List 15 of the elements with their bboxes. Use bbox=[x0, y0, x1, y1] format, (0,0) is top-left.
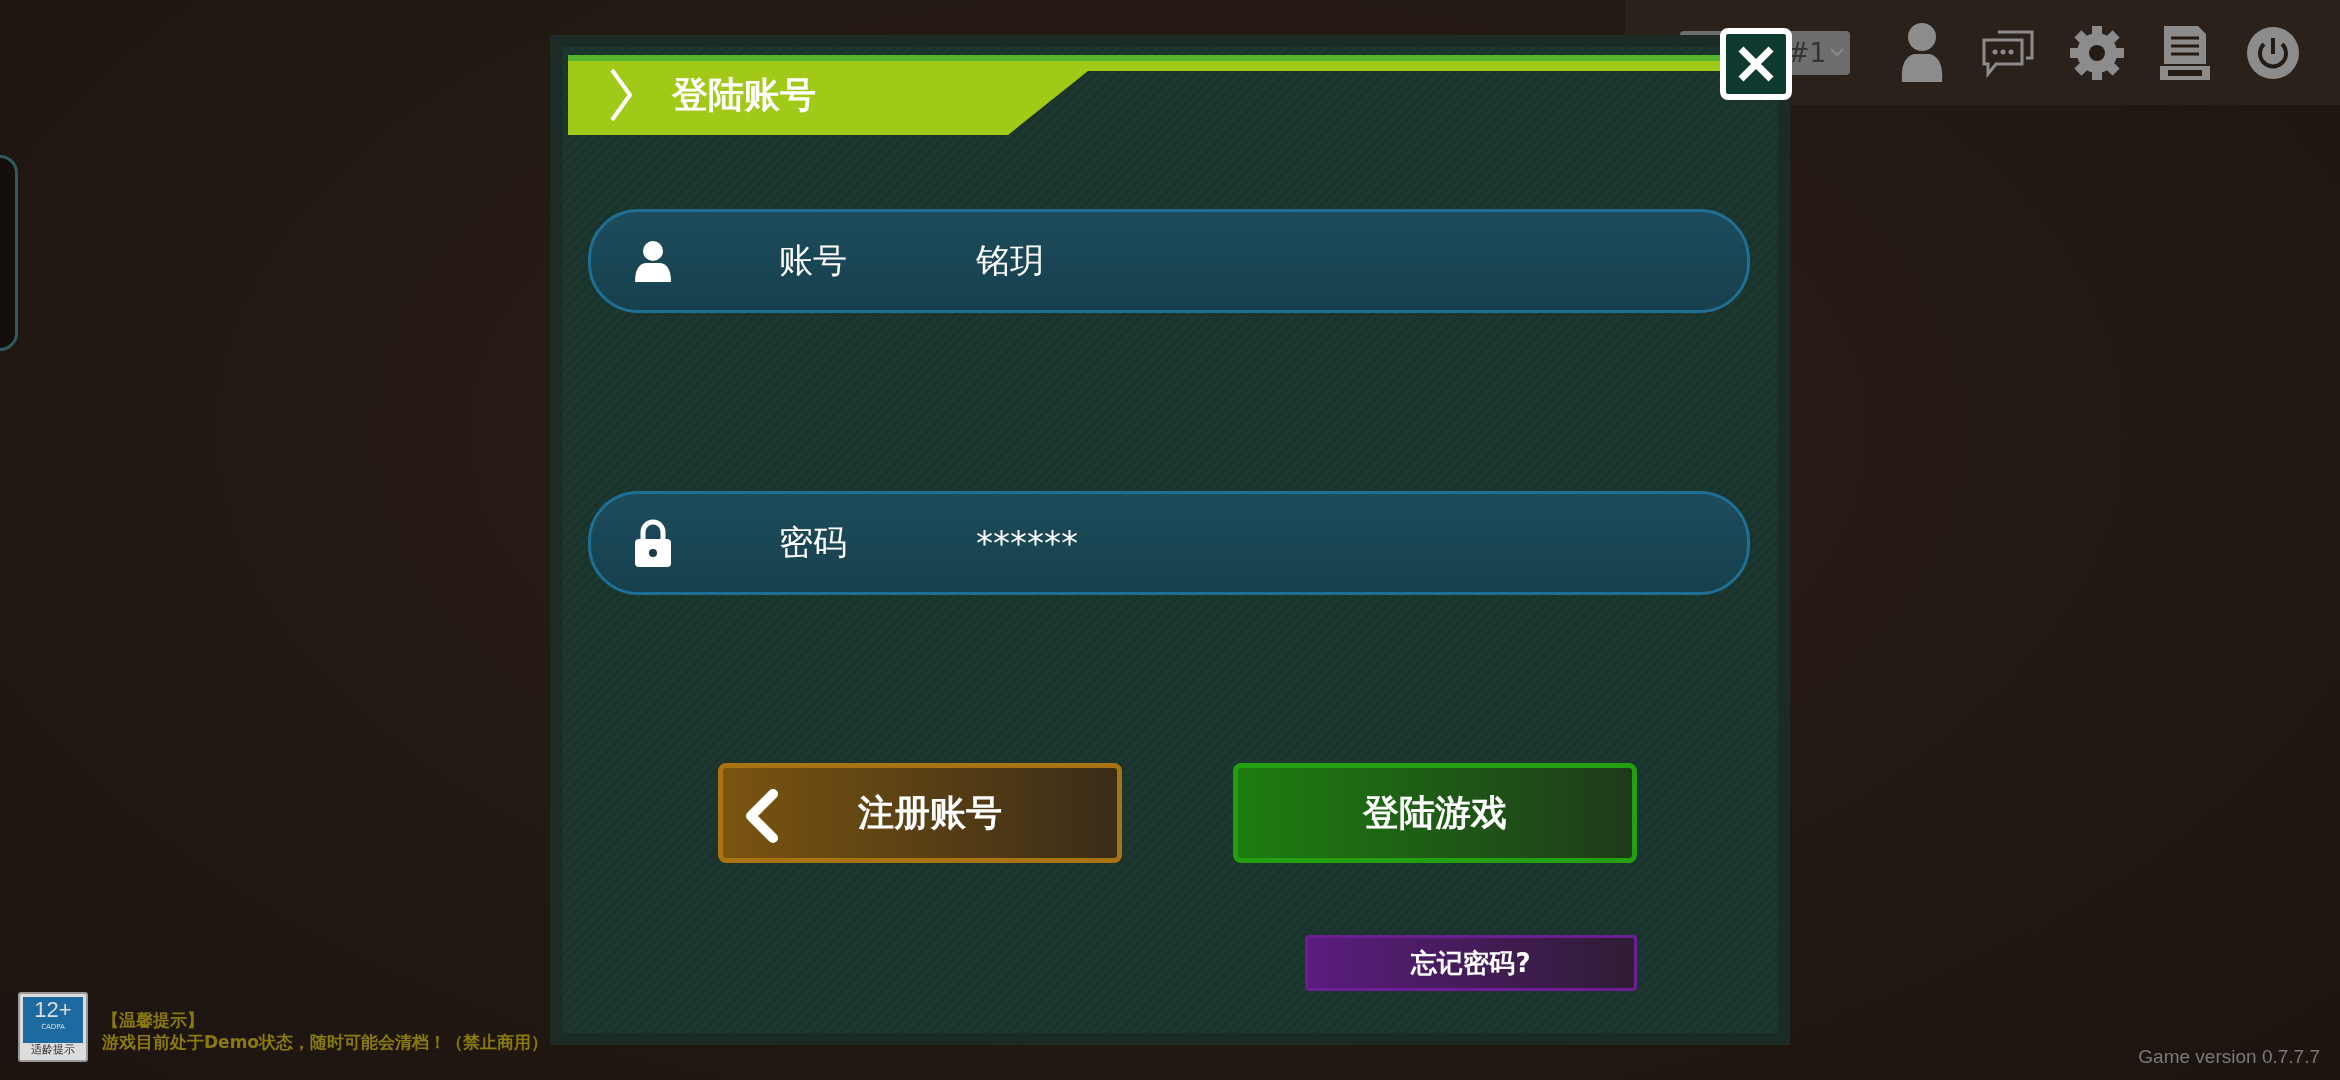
account-field[interactable]: 账号 铭玥 bbox=[588, 209, 1750, 313]
version-label: Game version 0.7.7.7 bbox=[2138, 1046, 2320, 1068]
forgot-password-button[interactable]: 忘记密码? bbox=[1305, 935, 1637, 991]
login-button[interactable]: 登陆游戏 bbox=[1233, 763, 1637, 863]
notice-title: 【温馨提示】 bbox=[102, 1009, 205, 1031]
notice-text: 游戏目前处于Demo状态，随时可能会清档！（禁止商用） bbox=[102, 1031, 549, 1053]
rating-caption: 适龄提示 bbox=[31, 1043, 75, 1057]
age-label: 12+ bbox=[34, 997, 72, 1023]
field-label: 密码 bbox=[779, 521, 848, 564]
field-value: ****** bbox=[976, 523, 1078, 563]
field-value: 铭玥 bbox=[976, 239, 1044, 282]
dialog-title: 登陆账号 bbox=[672, 72, 816, 117]
field-label: 账号 bbox=[779, 239, 848, 282]
password-field[interactable]: 密码 ****** bbox=[588, 491, 1750, 595]
register-button[interactable]: 注册账号 bbox=[718, 763, 1122, 863]
